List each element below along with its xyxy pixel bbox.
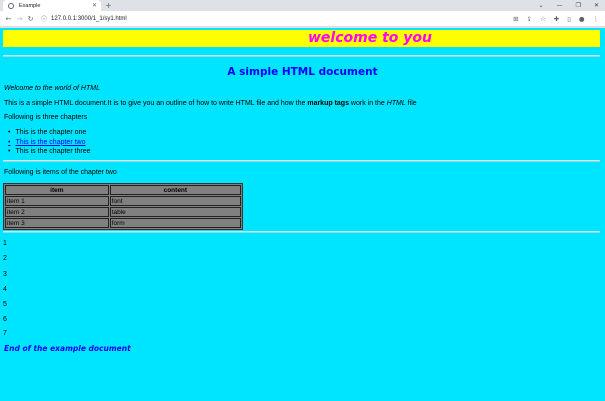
profile-icon[interactable]: ● (579, 15, 585, 23)
forward-icon[interactable]: → (14, 15, 25, 23)
chapters-intro: Following is three chapters (4, 114, 88, 121)
welcome-banner: welcome to you (3, 30, 600, 47)
table-header: item (5, 185, 109, 195)
globe-icon (8, 2, 14, 9)
address-bar[interactable]: 127.0.0.1:3000/1_1/sy1.html (51, 16, 127, 22)
intro-text: Welcome to the world of HTML (4, 85, 100, 92)
page-viewport: welcome to you A simple HTML document We… (0, 28, 605, 401)
table-cell: font (109, 196, 241, 206)
number-line: 7 (3, 330, 7, 337)
new-tab-button[interactable]: + (105, 0, 112, 11)
table-row: item 2 table (5, 207, 241, 217)
number-line: 6 (3, 316, 7, 323)
page-title: A simple HTML document (227, 66, 378, 78)
list-item: This is the chapter three (8, 147, 90, 157)
table-cell: item 2 (5, 207, 109, 217)
minimize-icon[interactable]: — (557, 2, 563, 9)
banner-text: welcome to you (308, 30, 432, 46)
close-tab-icon[interactable]: ✕ (92, 2, 97, 9)
share-icon[interactable]: ⇪ (527, 15, 532, 23)
desc-text-1: This is a simple HTML document.It is to … (4, 100, 308, 107)
tab-title: Example (19, 2, 41, 9)
divider (3, 160, 600, 162)
number-line: 5 (3, 301, 7, 308)
number-line: 2 (3, 255, 7, 262)
tab-strip: Example ✕ + ⌄ — ❐ ✕ (0, 0, 605, 11)
close-window-icon[interactable]: ✕ (594, 2, 599, 9)
divider (3, 55, 600, 57)
table-row: item 3 form (5, 218, 241, 228)
desc-bold: markup tags (307, 100, 349, 107)
items-intro: Following is items of the chapter two (4, 169, 117, 176)
chapter-list: This is the chapter one This is the chap… (8, 128, 91, 157)
end-text: End of the example document (4, 344, 131, 353)
tab-search-icon[interactable]: ⌄ (539, 2, 544, 9)
menu-icon[interactable]: ⋮ (593, 15, 600, 23)
desc-text-3: file (405, 100, 417, 107)
table-cell: item 3 (5, 218, 109, 228)
extensions-icon[interactable]: ✚ (554, 15, 559, 23)
number-line: 4 (3, 286, 7, 293)
description-paragraph: This is a simple HTML document.It is to … (4, 100, 417, 107)
table-header: content (109, 185, 241, 195)
desc-text-2: work in the (348, 100, 387, 107)
reload-icon[interactable]: ↻ (25, 15, 36, 23)
table-cell: table (109, 207, 241, 217)
toolbar-actions: ⊞ ⇪ ☆ ✚ ▯ ● ⋮ (513, 11, 599, 27)
items-table: item content item 1 font item 2 table it… (3, 183, 243, 230)
number-line: 1 (3, 240, 7, 247)
sidebar-icon[interactable]: ▯ (567, 15, 571, 23)
window-controls: ⌄ — ❐ ✕ (539, 0, 599, 11)
table-row: item 1 font (5, 196, 241, 206)
desc-italic: HTML (386, 100, 406, 107)
restore-icon[interactable]: ❐ (576, 2, 581, 9)
number-line: 3 (3, 271, 7, 278)
table-cell: item 1 (5, 196, 109, 206)
bookmark-star-icon[interactable]: ☆ (540, 15, 546, 23)
tab-example[interactable]: Example ✕ (3, 0, 101, 11)
info-icon[interactable]: ⓘ (41, 14, 47, 23)
back-icon[interactable]: ← (3, 15, 14, 23)
list-item-link[interactable]: This is the chapter two (8, 138, 91, 148)
divider (3, 231, 600, 233)
table-header-row: item content (5, 185, 241, 195)
translate-icon[interactable]: ⊞ (513, 15, 518, 23)
table-cell: form (109, 218, 241, 228)
browser-toolbar: ← → ↻ ⓘ 127.0.0.1:3000/1_1/sy1.html ⊞ ⇪ … (0, 11, 605, 27)
list-item: This is the chapter one (8, 128, 91, 138)
